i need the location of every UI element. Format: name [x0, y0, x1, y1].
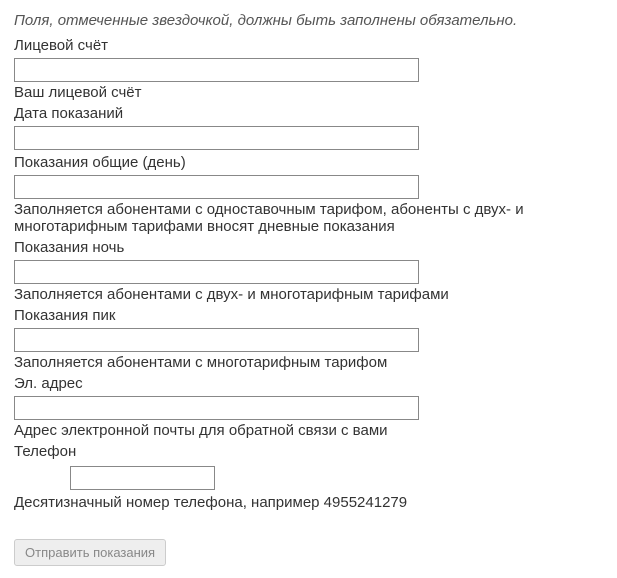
- night-input[interactable]: [14, 260, 419, 284]
- date-input[interactable]: [14, 126, 419, 150]
- day-help: Заполняется абонентами с одноставочным т…: [14, 201, 603, 235]
- phone-input[interactable]: [70, 466, 215, 490]
- email-input[interactable]: [14, 396, 419, 420]
- email-label: Эл. адрес: [14, 375, 603, 392]
- email-help: Адрес электронной почты для обратной свя…: [14, 422, 603, 439]
- day-label: Показания общие (день): [14, 154, 603, 171]
- peak-help: Заполняется абонентами с многотарифным т…: [14, 354, 603, 371]
- peak-label: Показания пик: [14, 307, 603, 324]
- night-help: Заполняется абонентами с двух- и многота…: [14, 286, 603, 303]
- account-help: Ваш лицевой счёт: [14, 84, 603, 101]
- form-instruction: Поля, отмеченные звездочкой, должны быть…: [14, 12, 603, 29]
- account-input[interactable]: [14, 58, 419, 82]
- submit-button[interactable]: Отправить показания: [14, 539, 166, 566]
- peak-input[interactable]: [14, 328, 419, 352]
- phone-help: Десятизначный номер телефона, например 4…: [14, 494, 603, 511]
- night-label: Показания ночь: [14, 239, 603, 256]
- day-input[interactable]: [14, 175, 419, 199]
- phone-label: Телефон: [14, 443, 603, 460]
- account-label: Лицевой счёт: [14, 37, 603, 54]
- date-label: Дата показаний: [14, 105, 603, 122]
